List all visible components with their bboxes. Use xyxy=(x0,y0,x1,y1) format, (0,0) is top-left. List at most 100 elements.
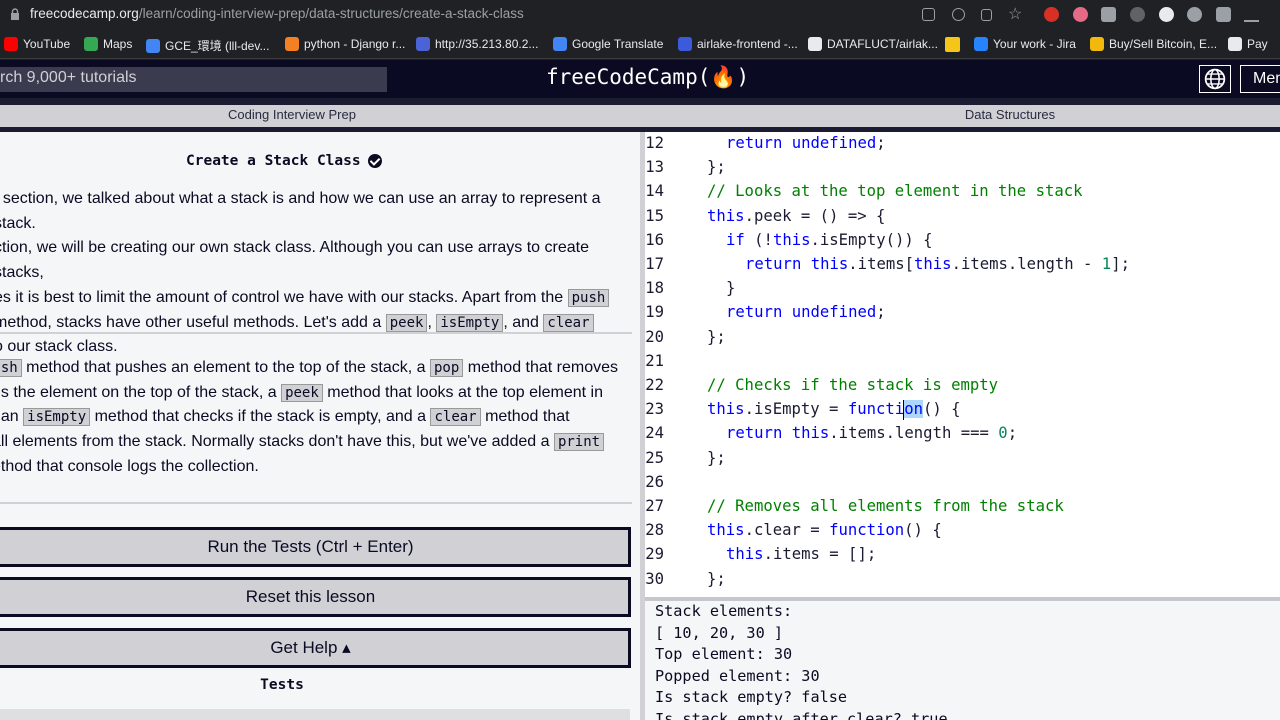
intro-line-4-text: method, stacks have other useful methods… xyxy=(0,313,386,331)
extensions-puzzle-icon[interactable] xyxy=(1216,7,1231,22)
code-text: } xyxy=(726,279,736,298)
bookmark-item[interactable]: YouTube xyxy=(4,37,70,51)
line-number: 17 xyxy=(645,255,664,273)
code-line[interactable]: 25}; xyxy=(645,449,1280,473)
line-number: 24 xyxy=(645,424,664,443)
bookmark-label: airlake-frontend -... xyxy=(697,37,798,51)
code-line[interactable]: 15 this.peek = () => { xyxy=(645,207,1280,231)
code-line[interactable]: 18} xyxy=(645,279,1280,303)
instr-line-5: ethod that console logs the collection. xyxy=(0,457,259,475)
reset-lesson-button[interactable]: Reset this lesson xyxy=(0,577,631,617)
instr-line-4: all elements from the stack. Normally st… xyxy=(0,430,630,455)
code-line[interactable]: 20}; xyxy=(645,328,1280,352)
code-text: // Removes all elements from the stack xyxy=(707,497,1064,515)
search-input[interactable]: rch 9,000+ tutorials xyxy=(0,67,387,92)
globe-icon xyxy=(1204,68,1226,90)
bookmark-item[interactable]: Google Translate xyxy=(553,37,663,51)
code-text: this.isEmpty = function() { xyxy=(707,400,961,419)
extension-video-icon[interactable] xyxy=(1101,7,1116,22)
intro-line-1: t section, we talked about what a stack … xyxy=(0,190,601,232)
code-text: }; xyxy=(707,569,726,588)
bookmark-item[interactable]: DATAFLUCT/airlak... xyxy=(808,37,938,51)
console-line: Popped element: 30 xyxy=(655,666,820,685)
console-line: Stack elements: xyxy=(655,602,793,620)
breadcrumb-superblock[interactable]: Coding Interview Prep xyxy=(0,107,584,122)
fcc-logo[interactable]: freeCodeCamp(🔥) xyxy=(546,65,749,90)
code-line[interactable]: 14 // Looks at the top element in the sta… xyxy=(645,182,1280,206)
console-line: Is stack empty after clear? true xyxy=(655,710,948,720)
code-line[interactable]: 24 return this.items.length === 0; xyxy=(645,424,1280,448)
code-line[interactable]: 22 // Checks if the stack is empty xyxy=(645,376,1280,400)
code-line[interactable]: 13}; xyxy=(645,158,1280,182)
code-peek: peek xyxy=(385,313,428,332)
and-text: , and xyxy=(503,313,544,331)
run-tests-button[interactable]: Run the Tests (Ctrl + Enter) xyxy=(0,527,631,567)
code-line[interactable]: 17 return this.items[this.items.length - … xyxy=(645,255,1280,279)
browser-toolbar: freecodecamp.org/learn/coding-interview-… xyxy=(0,0,1280,30)
bookmark-item[interactable]: Your work - Jira xyxy=(974,37,1076,51)
extension-pink-icon[interactable] xyxy=(1073,7,1088,22)
menu-button[interactable]: Men xyxy=(1240,65,1280,93)
instr-line-3: , an isEmpty method that checks if the s… xyxy=(0,405,630,430)
code-line[interactable]: 23 this.isEmpty = function() { xyxy=(645,400,1280,424)
console-line: Top element: 30 xyxy=(655,645,793,664)
address-bar[interactable]: freecodecamp.org/learn/coding-interview-… xyxy=(30,6,524,21)
bookmark-item[interactable]: http://35.213.80.2... xyxy=(416,37,538,51)
share-icon[interactable] xyxy=(981,9,992,21)
bookmark-label: Maps xyxy=(103,37,133,51)
search-placeholder: rch 9,000+ tutorials xyxy=(0,69,137,86)
bookmark-favicon-icon xyxy=(945,37,960,52)
lesson-instructions-paragraph: push method that pushes an element to th… xyxy=(0,356,630,480)
code-text: if (!this.isEmpty()) { xyxy=(726,230,933,249)
intro-line-3: es it is best to limit the amount of con… xyxy=(0,286,632,311)
code-clear: clear xyxy=(543,313,594,332)
code-text: return this.items.length === 0; xyxy=(726,424,1018,443)
get-help-button[interactable]: Get Help ▴ xyxy=(0,628,631,668)
code-line[interactable]: 29 this.items = []; xyxy=(645,545,1280,569)
code-line[interactable]: 26 xyxy=(645,473,1280,497)
code-line[interactable]: 12 return undefined; xyxy=(645,134,1280,158)
download-icon[interactable] xyxy=(1244,7,1259,22)
bookmark-label: Google Translate xyxy=(572,37,664,51)
code-editor[interactable]: 12 return undefined; 13}; 14// Looks at the… xyxy=(645,132,1280,597)
bookmark-item[interactable]: Buy/Sell Bitcoin, E... xyxy=(1090,37,1217,51)
bookmark-item[interactable]: Maps xyxy=(84,37,132,51)
language-button[interactable] xyxy=(1199,65,1231,93)
code-text: return undefined; xyxy=(726,303,886,322)
extension-red-icon[interactable] xyxy=(1044,7,1059,22)
code-text: this.items = []; xyxy=(726,545,877,564)
lesson-title: Create a Stack Class xyxy=(186,153,382,169)
code-line[interactable]: 30}; xyxy=(645,570,1280,594)
bookmark-item[interactable]: airlake-frontend -... xyxy=(678,37,798,51)
bookmark-item[interactable]: Pay xyxy=(1228,37,1268,51)
bookmark-label: YouTube xyxy=(23,37,71,51)
console-line: [ 10, 20, 30 ] xyxy=(655,623,784,642)
code-text: // Checks if the stack is empty xyxy=(707,376,999,394)
code-text: }; xyxy=(707,448,726,467)
bookmark-item[interactable]: GCE_環境 (lll-dev... xyxy=(146,37,269,54)
code-line[interactable]: 28 this.clear = function() { xyxy=(645,521,1280,545)
code-line[interactable]: 19 return undefined; xyxy=(645,303,1280,327)
text-cursor xyxy=(903,400,904,420)
extension-translate-icon[interactable] xyxy=(1187,7,1202,22)
tests-heading: Tests xyxy=(260,677,304,693)
bookmark-label: python - Django r... xyxy=(304,37,406,51)
bookmark-item[interactable]: python - Django r... xyxy=(285,37,405,51)
code-line[interactable]: 16 if (!this.isEmpty()) { xyxy=(645,231,1280,255)
intro-line-3-text: es it is best to limit the amount of con… xyxy=(0,288,568,306)
line-number: 21 xyxy=(645,351,664,370)
star-icon[interactable]: ☆ xyxy=(1008,4,1024,23)
eye-off-icon[interactable] xyxy=(952,8,965,21)
extension-chrome-icon[interactable] xyxy=(1159,7,1174,22)
line-number: 12 xyxy=(645,134,664,152)
breadcrumb: Coding Interview Prep Data Structures xyxy=(0,105,1280,127)
breadcrumb-block[interactable]: Data Structures xyxy=(740,107,1280,122)
bookmark-favicon-icon xyxy=(974,37,988,51)
code-line[interactable]: 27 // Removes all elements from the stack xyxy=(645,497,1280,521)
divider-2 xyxy=(0,502,632,504)
code-peek-2: peek xyxy=(281,383,323,402)
extension-w-icon[interactable] xyxy=(1130,7,1145,22)
code-line[interactable]: 21 xyxy=(645,352,1280,376)
open-tab-icon[interactable] xyxy=(922,8,935,21)
bookmark-label: Your work - Jira xyxy=(993,37,1076,51)
